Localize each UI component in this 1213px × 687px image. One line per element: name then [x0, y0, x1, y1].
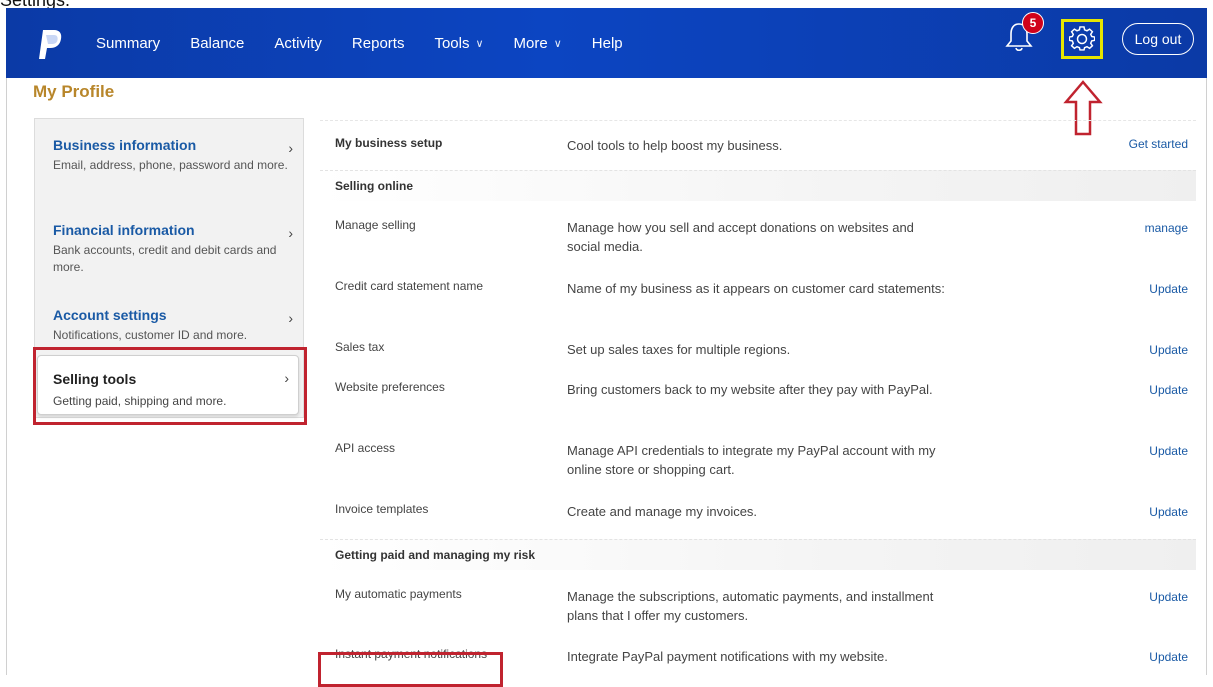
update-link[interactable]: Update	[1149, 383, 1188, 397]
paypal-logo[interactable]	[37, 29, 63, 61]
notification-badge: 5	[1022, 12, 1044, 34]
chevron-right-icon: ›	[288, 310, 293, 326]
menu-item-desc: Bank accounts, credit and debit cards an…	[53, 243, 277, 274]
nav-tools[interactable]: Tools ∨	[434, 35, 483, 52]
nav-more[interactable]: More ∨	[514, 35, 562, 52]
row-desc: Manage the subscriptions, automatic paym…	[567, 589, 934, 623]
nav-activity[interactable]: Activity	[274, 35, 322, 52]
row-desc: Bring customers back to my website after…	[567, 382, 933, 397]
row-desc: Integrate PayPal payment notifications w…	[567, 649, 888, 664]
get-started-link[interactable]: Get started	[1129, 137, 1188, 151]
menu-item-desc: Notifications, customer ID and more.	[53, 328, 248, 342]
update-link[interactable]: Update	[1149, 444, 1188, 458]
row-desc: Set up sales taxes for multiple regions.	[567, 342, 791, 357]
frame-border-left	[6, 78, 7, 675]
menu-item-title: Account settings	[53, 307, 167, 323]
red-highlight-box	[318, 652, 503, 687]
chevron-right-icon: ›	[288, 140, 293, 156]
update-link[interactable]: Update	[1149, 590, 1188, 604]
section-title: Getting paid and managing my risk	[335, 548, 536, 562]
section-header: Selling online	[320, 170, 1196, 201]
menu-item-desc: Email, address, phone, password and more…	[53, 158, 288, 172]
row-desc: Manage how you sell and accept donations…	[567, 220, 914, 254]
row-name: Invoice templates	[335, 502, 429, 516]
row-desc: Manage API credentials to integrate my P…	[567, 443, 936, 477]
menu-item-title: Business information	[53, 137, 197, 153]
frame-border-right	[1206, 78, 1207, 675]
chevron-down-icon: ∨	[475, 37, 484, 50]
nav-help[interactable]: Help	[592, 35, 623, 52]
menu-account-settings[interactable]: Account settings Notifications, customer…	[53, 307, 293, 344]
red-highlight-box	[33, 347, 307, 425]
row-desc: Name of my business as it appears on cus…	[567, 281, 945, 296]
section-title: Selling online	[335, 179, 414, 193]
update-link[interactable]: Update	[1149, 505, 1188, 519]
row-desc: Cool tools to help boost my business.	[567, 138, 783, 153]
update-link[interactable]: Update	[1149, 343, 1188, 357]
manage-link[interactable]: manage	[1145, 221, 1188, 235]
menu-business-information[interactable]: Business information Email, address, pho…	[53, 137, 293, 174]
row-name: Manage selling	[335, 218, 416, 232]
section-header: Getting paid and managing my risk	[320, 539, 1196, 570]
menu-financial-information[interactable]: Financial information Bank accounts, cre…	[53, 222, 293, 276]
red-up-arrow-annotation	[1063, 80, 1103, 136]
row-name: Website preferences	[335, 380, 445, 394]
logout-button[interactable]: Log out	[1122, 23, 1194, 55]
nav-reports[interactable]: Reports	[352, 35, 405, 52]
nav-balance[interactable]: Balance	[190, 35, 244, 52]
settings-button[interactable]	[1061, 19, 1103, 59]
chevron-right-icon: ›	[288, 225, 293, 241]
row-name: My automatic payments	[335, 587, 462, 601]
row-name: Credit card statement name	[335, 279, 484, 293]
menu-item-title: Financial information	[53, 222, 195, 238]
chevron-down-icon: ∨	[553, 37, 562, 50]
row-desc: Create and manage my invoices.	[567, 504, 758, 519]
divider	[320, 120, 1196, 121]
row-name: My business setup	[335, 136, 443, 150]
gear-icon	[1069, 26, 1095, 51]
update-link[interactable]: Update	[1149, 282, 1188, 296]
nav-links: Summary Balance Activity Reports Tools ∨ …	[96, 8, 653, 78]
nav-summary[interactable]: Summary	[96, 35, 160, 52]
row-name: Sales tax	[335, 340, 385, 354]
update-link[interactable]: Update	[1149, 650, 1188, 664]
page-title: My Profile	[33, 82, 115, 101]
row-name: API access	[335, 441, 396, 455]
